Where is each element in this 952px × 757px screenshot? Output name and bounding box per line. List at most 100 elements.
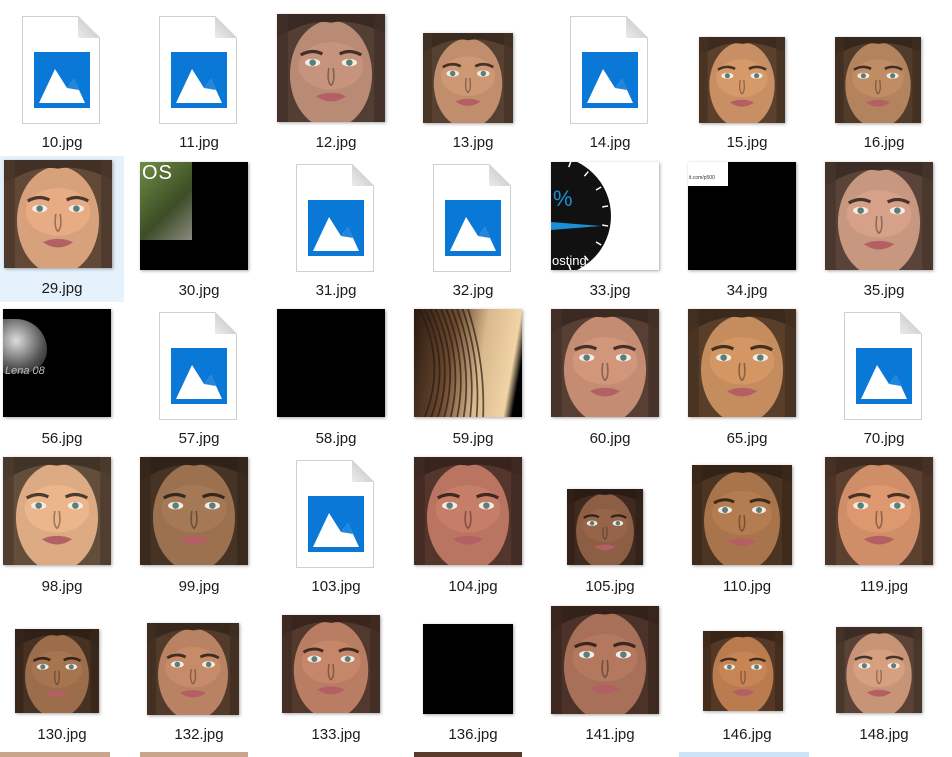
file-tile[interactable]: 110.jpg [685,454,809,600]
file-tile[interactable]: 105.jpg [548,454,672,600]
face-photo [836,627,922,713]
page-fold-icon [78,16,100,38]
file-name-label: 104.jpg [448,578,498,595]
file-tile[interactable]: 130.jpg [0,602,124,748]
file-tile[interactable]: 103.jpg [274,454,398,600]
photo-caption: Lena 08 [5,365,45,377]
file-tile[interactable]: OS 30.jpg [137,158,261,304]
file-tile[interactable]: 29.jpg [0,156,124,302]
thumbnail-area [822,306,946,430]
thumbnail-image [3,457,111,565]
thumbnail-image [4,160,112,268]
thumbnail-area [685,306,809,430]
svg-text:%: % [553,186,573,211]
file-tile[interactable]: 70.jpg [822,306,946,452]
image-file-icon [308,496,364,552]
thumbnail-image [551,606,659,714]
file-name-label: 32.jpg [452,282,494,299]
file-tile[interactable]: 119.jpg [822,454,946,600]
face-photo [699,37,785,123]
file-tile[interactable]: 141.jpg [548,602,672,748]
thumbnail-area [274,454,398,578]
svg-text:osting: osting [552,253,587,268]
thumbnail-image [277,14,385,122]
file-tile[interactable]: 11.jpg [137,10,261,156]
note-text: it.com/p500 [689,175,715,181]
file-tile[interactable]: 146.jpg [685,602,809,748]
thumbnail-area [685,602,809,726]
face-photo [15,629,99,713]
file-tile[interactable]: 10.jpg [0,10,124,156]
file-tile[interactable]: 60.jpg [548,306,672,452]
face-photo [3,457,111,565]
thumbnail-area [0,454,124,578]
file-tile[interactable]: 15.jpg [685,10,809,156]
file-tile[interactable]: 35.jpg [822,158,946,304]
file-tile[interactable]: 136.jpg [411,602,535,748]
file-name-label: 98.jpg [41,578,83,595]
face-photo [140,457,248,565]
face-photo [282,615,380,713]
file-tile[interactable]: 65.jpg [685,306,809,452]
face-photo [567,489,643,565]
thumbnail-area: it.com/p500 [685,158,809,282]
file-tile[interactable]: 59.jpg [411,306,535,452]
thumbnail-area [0,10,124,134]
thumbnail-area [548,602,672,726]
thumbnail-image [423,33,513,123]
file-name-label: 105.jpg [585,578,635,595]
thumbnail-image [551,309,659,417]
image-file-icon [171,52,227,108]
file-name-label: 65.jpg [726,430,768,447]
file-tile[interactable]: 148.jpg [822,602,946,748]
file-tile[interactable]: 99.jpg [137,454,261,600]
file-name-label: 35.jpg [863,282,905,299]
face-photo [147,623,239,715]
face-photo [688,309,796,417]
file-tile[interactable]: it.com/p500 34.jpg [685,158,809,304]
hair-photo [418,309,485,417]
file-tile[interactable]: 132.jpg [137,602,261,748]
file-name-label: 103.jpg [311,578,361,595]
file-tile[interactable]: 133.jpg [274,602,398,748]
image-file-icon [856,348,912,404]
thumbnail-image [15,629,99,713]
file-name-label: 146.jpg [722,726,772,743]
file-tile[interactable]: 31.jpg [274,158,398,304]
file-name-label: 12.jpg [315,134,357,151]
file-tile[interactable]: 57.jpg [137,306,261,452]
thumbnail-image [147,623,239,715]
thumbnail-image [825,457,933,565]
image-file-icon [171,348,227,404]
file-tile[interactable]: 104.jpg [411,454,535,600]
next-row-edge [0,752,110,757]
file-tile[interactable]: Lena 08 56.jpg [0,306,124,452]
face-photo [423,33,513,123]
file-tile[interactable]: 16.jpg [822,10,946,156]
thumbnail-area [137,306,261,430]
thumbnail-area [411,602,535,726]
thumbnail-area [685,454,809,578]
face-photo [414,457,522,565]
file-tile[interactable]: % osting 33.jpg [548,158,672,304]
thumbnail-area [548,454,672,578]
thumbnail-area [0,156,124,280]
file-tile[interactable]: 13.jpg [411,10,535,156]
file-tile[interactable]: 14.jpg [548,10,672,156]
file-tile[interactable]: 32.jpg [411,158,535,304]
image-file-icon [582,52,638,108]
file-name-label: 29.jpg [41,280,83,297]
file-name-label: 59.jpg [452,430,494,447]
thumbnail-area [137,454,261,578]
photo-caption: OS [142,162,173,184]
thumbnail-image [703,631,783,711]
thumbnail-image [835,37,921,123]
page-fold-icon [352,460,374,482]
file-tile[interactable]: 98.jpg [0,454,124,600]
file-name-label: 15.jpg [726,134,768,151]
thumbnail-image [699,37,785,123]
face-photo [825,457,933,565]
file-name-label: 31.jpg [315,282,357,299]
file-tile[interactable]: 12.jpg [274,10,398,156]
file-tile[interactable]: 58.jpg [274,306,398,452]
